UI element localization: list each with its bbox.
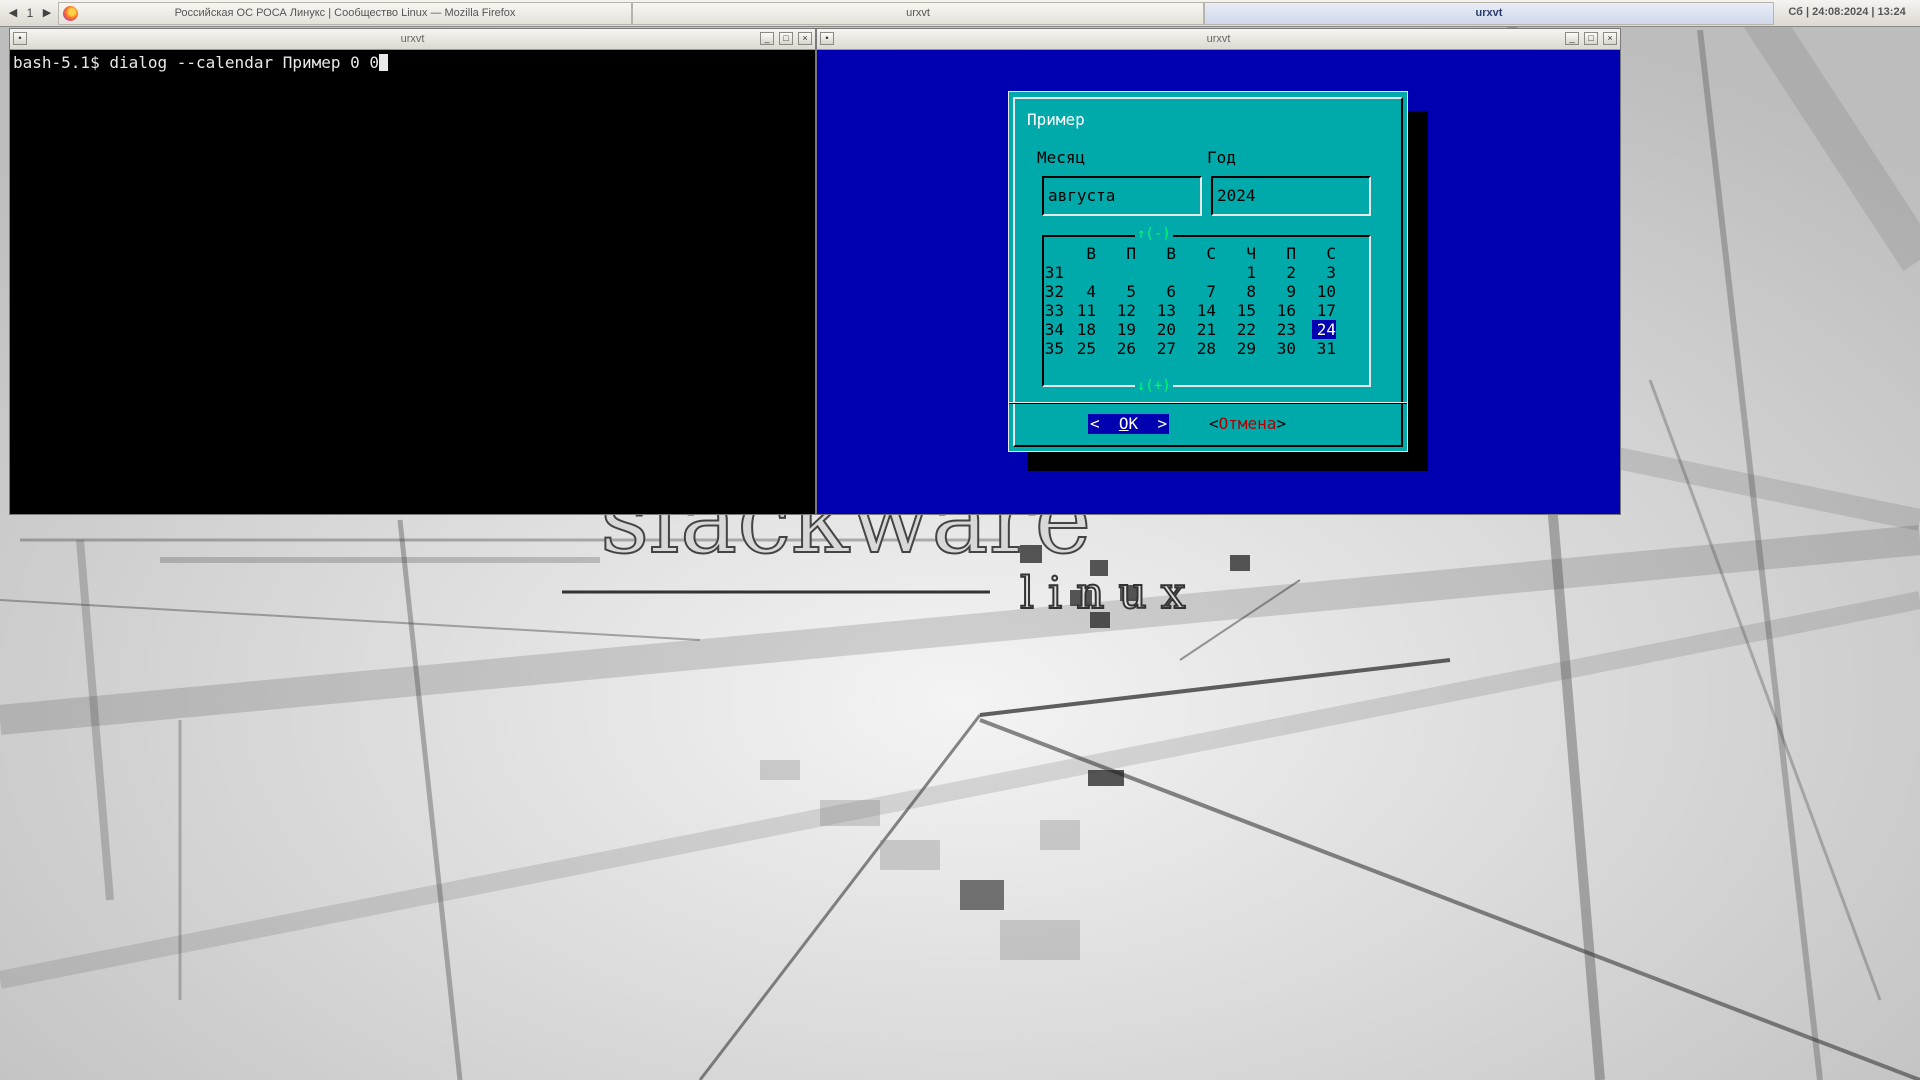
calendar-day[interactable]: 17 xyxy=(1312,301,1336,320)
calendar-day[interactable]: 3 xyxy=(1312,263,1336,282)
calendar-week-row: 34 18 19 20 21 22 23 24 xyxy=(1044,320,1369,339)
calendar-day[interactable]: 20 xyxy=(1152,320,1176,339)
calendar-day[interactable]: 16 xyxy=(1272,301,1296,320)
window-titlebar[interactable]: • urxvt _ □ × xyxy=(10,29,815,50)
terminal-output[interactable]: bash-5.1$ dialog --calendar Пример 0 0 xyxy=(13,53,389,72)
maximize-icon[interactable]: □ xyxy=(779,32,793,45)
calendar-week-row: 32 4 5 6 7 8 9 10 xyxy=(1044,282,1369,301)
calendar-day[interactable]: 8 xyxy=(1232,282,1256,301)
calendar-day[interactable]: 28 xyxy=(1192,339,1216,358)
dialog-title: Пример xyxy=(1027,110,1085,129)
terminal-window-left[interactable]: • urxvt _ □ × bash-5.1$ dialog --calenda… xyxy=(9,28,816,515)
calendar-day[interactable]: 2 xyxy=(1272,263,1296,282)
maximize-icon[interactable]: □ xyxy=(1584,32,1598,45)
scroll-down-indicator[interactable]: ↓(+) xyxy=(1135,378,1173,394)
weekday-label: С xyxy=(1206,244,1216,263)
calendar-week-row: 33 11 12 13 14 15 16 17 xyxy=(1044,301,1369,320)
firefox-icon xyxy=(63,6,78,21)
cancel-button-left: < xyxy=(1209,414,1219,433)
calendar-day[interactable]: 27 xyxy=(1152,339,1176,358)
taskbar-item-label: urxvt xyxy=(906,7,930,19)
week-number: 33 xyxy=(1044,301,1064,320)
window-menu-icon[interactable]: • xyxy=(820,32,834,45)
week-number: 32 xyxy=(1044,282,1064,301)
minimize-icon[interactable]: _ xyxy=(1565,32,1579,45)
ok-button-right: > xyxy=(1157,414,1168,433)
workspace-number[interactable]: 1 xyxy=(22,4,38,22)
calendar-week-row: 35 25 26 27 28 29 30 31 xyxy=(1044,339,1369,358)
calendar-day[interactable]: 13 xyxy=(1152,301,1176,320)
calendar-day[interactable]: 5 xyxy=(1112,282,1136,301)
calendar-day[interactable]: 7 xyxy=(1192,282,1216,301)
taskbar-item-urxvt[interactable]: urxvt xyxy=(632,2,1204,25)
ok-button-left: < xyxy=(1090,414,1100,433)
weekday-label: Ч xyxy=(1246,244,1256,263)
weekday-label: С xyxy=(1326,244,1336,263)
calendar-day[interactable]: 6 xyxy=(1152,282,1176,301)
window-title: urxvt xyxy=(1206,33,1231,45)
calendar-day[interactable]: 4 xyxy=(1072,282,1096,301)
window-title: urxvt xyxy=(400,33,425,45)
week-number: 35 xyxy=(1044,339,1064,358)
cancel-button-right: > xyxy=(1276,414,1287,433)
month-field[interactable]: августа xyxy=(1042,176,1202,216)
weekday-label: В xyxy=(1166,244,1176,263)
pager-prev-button[interactable]: ◀ xyxy=(6,4,20,22)
calendar-dialog: Пример Месяц Год августа 2024 ↑(-) В П В… xyxy=(1008,91,1408,452)
weekday-label: П xyxy=(1286,244,1296,263)
taskbar-item-label: Российская ОС РОСА Линукс | Сообщество L… xyxy=(174,7,516,19)
calendar-day[interactable]: 18 xyxy=(1072,320,1096,339)
window-titlebar[interactable]: • urxvt _ □ × xyxy=(817,29,1620,50)
wallpaper-logo-sub: l i n u x xyxy=(1020,568,1186,619)
calendar-day[interactable]: 23 xyxy=(1272,320,1296,339)
text-cursor xyxy=(379,54,389,71)
weekday-label: П xyxy=(1126,244,1136,263)
window-menu-icon[interactable]: • xyxy=(13,32,27,45)
calendar-day-selected[interactable]: 24 xyxy=(1312,320,1336,339)
year-field[interactable]: 2024 xyxy=(1211,176,1371,216)
calendar-day[interactable]: 10 xyxy=(1312,282,1336,301)
calendar-day[interactable]: 21 xyxy=(1192,320,1216,339)
command-line: bash-5.1$ dialog --calendar Пример 0 0 xyxy=(13,53,380,72)
calendar-day[interactable]: 29 xyxy=(1232,339,1256,358)
calendar-day[interactable]: 25 xyxy=(1072,339,1096,358)
month-label: Месяц xyxy=(1037,148,1086,167)
calendar-day[interactable]: 26 xyxy=(1112,339,1136,358)
calendar-day[interactable]: 9 xyxy=(1272,282,1296,301)
ok-button-label: K xyxy=(1128,414,1139,433)
cancel-button[interactable]: <Отмена> xyxy=(1209,414,1286,434)
close-icon[interactable]: × xyxy=(1603,32,1617,45)
calendar-day[interactable]: 11 xyxy=(1072,301,1096,320)
dialog-separator xyxy=(1009,402,1407,404)
week-number: 34 xyxy=(1044,320,1064,339)
taskbar-item-label: urxvt xyxy=(1475,7,1503,19)
cancel-button-label: Отмена xyxy=(1218,414,1277,433)
close-icon[interactable]: × xyxy=(798,32,812,45)
weekday-label: В xyxy=(1086,244,1096,263)
year-label: Год xyxy=(1207,148,1236,167)
calendar-week-row: 31 1 2 3 xyxy=(1044,263,1369,282)
calendar-day[interactable]: 31 xyxy=(1312,339,1336,358)
taskbar-item-firefox[interactable]: Российская ОС РОСА Линукс | Сообщество L… xyxy=(58,2,632,25)
calendar-day[interactable]: 14 xyxy=(1192,301,1216,320)
ok-button[interactable]: < OK > xyxy=(1088,414,1170,434)
calendar-day[interactable]: 12 xyxy=(1112,301,1136,320)
ok-button-hotkey: O xyxy=(1118,414,1129,433)
week-number: 31 xyxy=(1044,263,1064,282)
minimize-icon[interactable]: _ xyxy=(760,32,774,45)
calendar-grid-box[interactable]: ↑(-) В П В С Ч П С 31 1 2 3 32 4 5 6 7 8 9 10 33 11 12… xyxy=(1042,226,1371,394)
calendar-day[interactable]: 22 xyxy=(1232,320,1256,339)
calendar-day[interactable]: 1 xyxy=(1232,263,1256,282)
calendar-day[interactable]: 15 xyxy=(1232,301,1256,320)
pager-next-button[interactable]: ▶ xyxy=(40,4,54,22)
weekday-header: В П В С Ч П С xyxy=(1044,244,1369,263)
taskbar-item-urxvt-active[interactable]: urxvt xyxy=(1204,2,1774,25)
scroll-up-indicator[interactable]: ↑(-) xyxy=(1135,226,1173,242)
calendar-day[interactable]: 30 xyxy=(1272,339,1296,358)
top-panel: ◀ 1 ▶ Российская ОС РОСА Линукс | Сообще… xyxy=(0,0,1920,27)
calendar-day[interactable]: 19 xyxy=(1112,320,1136,339)
clock: Сб | 24:08:2024 | 13:24 xyxy=(1773,2,1920,23)
